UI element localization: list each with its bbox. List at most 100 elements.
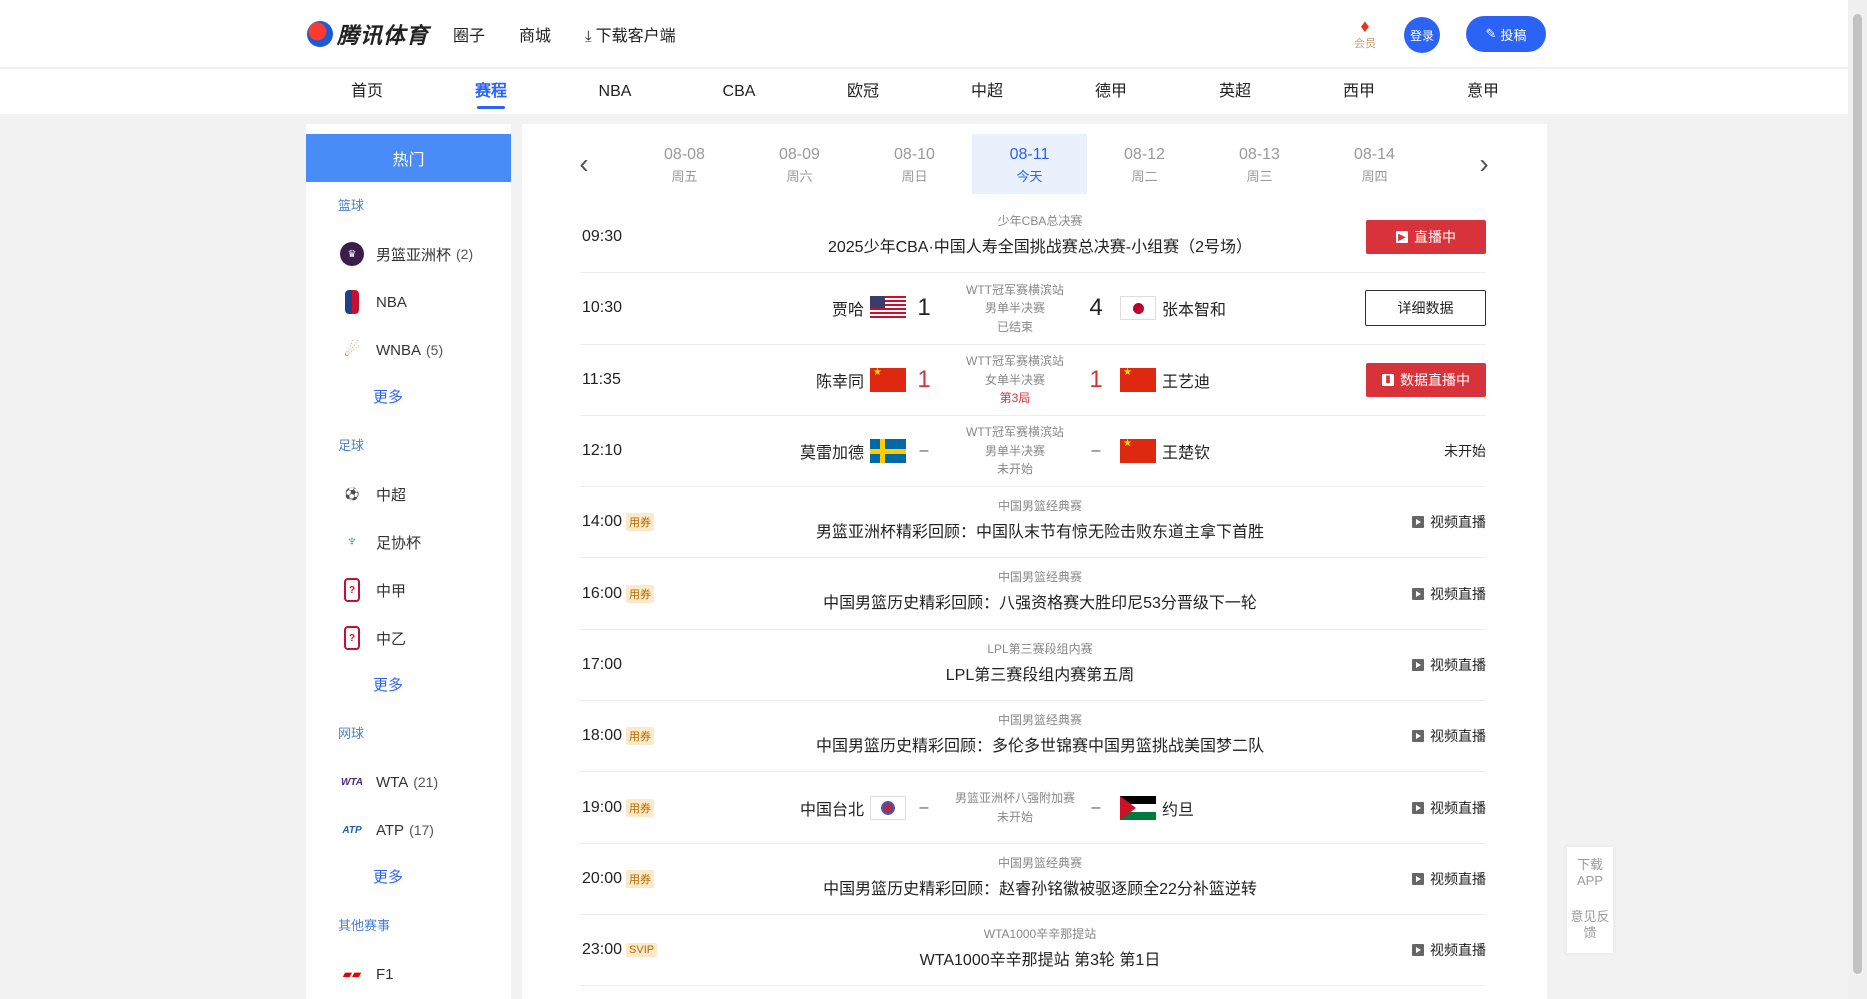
sidebar-item-wta[interactable]: WTA WTA (21) xyxy=(306,758,511,806)
team-name: 王楚钦 xyxy=(1162,445,1211,463)
home-team: 陈幸同 xyxy=(816,367,906,392)
match-time: 09:30 xyxy=(582,228,622,246)
csl-logo-icon: ⚽ xyxy=(344,487,360,501)
sidebar-item-china-league-two[interactable]: ? 中乙 xyxy=(306,614,511,662)
download-client-link[interactable]: ⤓ 下载客户端 xyxy=(585,22,676,46)
table-row[interactable]: 20:00 用券 中国男篮经典赛 中国男篮历史精彩回顾：赵睿孙铭徽被驱逐顾全22分… xyxy=(580,844,1486,915)
vip-label: 会员 xyxy=(1354,38,1376,50)
site-logo[interactable]: 腾讯体育 xyxy=(307,18,429,50)
sidebar-item-label: ATP xyxy=(376,821,405,839)
video-live-button[interactable]: 视频直播 xyxy=(1412,869,1486,889)
match-time: 18:00 用券 xyxy=(582,727,655,746)
category-football: 足球 xyxy=(338,438,365,453)
table-row[interactable]: 12:10 莫雷加德 – WTT冠军赛横滨站男单半决赛未开始 – 王楚钦 未开始 xyxy=(580,416,1486,488)
tab-bundesliga[interactable]: 德甲 xyxy=(1049,69,1173,114)
video-live-button[interactable]: 视频直播 xyxy=(1412,512,1486,532)
sidebar-item-nba[interactable]: NBA xyxy=(306,278,511,326)
time-text: 18:00 xyxy=(582,727,623,745)
chevron-left-icon[interactable]: ‹ xyxy=(572,148,596,180)
page-scrollbar[interactable] xyxy=(1848,0,1867,999)
data-live-button[interactable]: ▮ 数据直播中 xyxy=(1366,362,1486,397)
nav-mall[interactable]: 商城 xyxy=(519,22,551,46)
sidebar-item-count: (17) xyxy=(409,822,434,838)
date-weekday: 周二 xyxy=(1131,169,1158,184)
live-button[interactable]: ▶ 直播中 xyxy=(1366,220,1486,255)
date-tab[interactable]: 08-08 周五 xyxy=(627,134,742,194)
date-tab-active[interactable]: 08-11 今天 xyxy=(972,134,1087,194)
sidebar-item-china-league-one[interactable]: ? 中甲 xyxy=(306,566,511,614)
video-live-button[interactable]: 视频直播 xyxy=(1412,798,1486,818)
sidebar-item-asia-cup[interactable]: ♛ 男篮亚洲杯 (2) xyxy=(306,230,511,278)
tab-ucl[interactable]: 欧冠 xyxy=(801,69,925,114)
table-row[interactable]: 17:00 LPL第三赛段组内赛 LPL第三赛段组内赛第五周 视频直播 xyxy=(580,630,1486,702)
coupon-badge: 用券 xyxy=(626,869,655,888)
sidebar-hot[interactable]: 热门 xyxy=(306,134,511,182)
tab-laliga[interactable]: 西甲 xyxy=(1297,69,1421,114)
download-app-button[interactable]: 下载APP xyxy=(1567,857,1613,889)
date-tab[interactable]: 08-13 周三 xyxy=(1202,134,1317,194)
wta-logo-icon: WTA xyxy=(340,776,364,788)
date-tab[interactable]: 08-09 周六 xyxy=(742,134,857,194)
tab-epl[interactable]: 英超 xyxy=(1173,69,1297,114)
video-live-button[interactable]: 视频直播 xyxy=(1412,726,1486,746)
vip-button[interactable]: ♦ 会员 xyxy=(1352,17,1378,51)
download-label: 下载客户端 xyxy=(595,28,676,45)
table-row[interactable]: 09:30 少年CBA总决赛 2025少年CBA·中国人寿全国挑战赛总决赛-小组… xyxy=(580,202,1486,274)
table-row[interactable]: 23:00 SVIP WTA1000辛辛那提站 WTA1000辛辛那提站 第3轮 … xyxy=(580,915,1486,987)
table-row[interactable]: 19:00 用券 中国台北 – 男篮亚洲杯八强附加赛 未开始 – 约旦 视频直播 xyxy=(580,772,1486,844)
post-label: 投稿 xyxy=(1500,27,1527,43)
home-team: 贾哈 xyxy=(832,296,906,321)
usa-flag-icon xyxy=(870,296,906,321)
match-time: 16:00 用券 xyxy=(582,584,655,603)
tab-csl[interactable]: 中超 xyxy=(925,69,1049,114)
table-row[interactable]: 11:35 陈幸同 1 WTT冠军赛横滨站女单半决赛第3局 1 王艺迪 ▮ 数据直… xyxy=(580,345,1486,416)
event-info: 少年CBA总决赛 2025少年CBA·中国人寿全国挑战赛总决赛-小组赛（2号场） xyxy=(780,202,1300,272)
sidebar-item-csl[interactable]: ⚽ 中超 xyxy=(306,470,511,518)
tab-schedule[interactable]: 赛程 xyxy=(429,69,553,114)
date-weekday: 今天 xyxy=(1016,169,1043,184)
tab-home[interactable]: 首页 xyxy=(305,69,429,114)
tab-nba[interactable]: NBA xyxy=(553,69,677,114)
details-button[interactable]: 详细数据 xyxy=(1365,290,1486,327)
table-row[interactable]: 14:00 用券 中国男篮经典赛 男篮亚洲杯精彩回顾：中国队末节有惊无险击败东道主… xyxy=(580,487,1486,559)
home-score: 1 xyxy=(917,365,931,393)
tab-cba[interactable]: CBA xyxy=(677,69,801,114)
time-text: 19:00 xyxy=(582,798,623,816)
table-row[interactable]: 10:30 贾哈 1 WTT冠军赛横滨站 男单半决赛 已结束 4 张本智和 详细数据 xyxy=(580,273,1486,345)
sidebar-item-f1[interactable]: ▰▰ F1 xyxy=(306,950,511,998)
date-value: 08-09 xyxy=(779,146,820,163)
nav-circle[interactable]: 圈子 xyxy=(453,22,485,46)
asia-cup-logo-icon: ♛ xyxy=(340,242,364,266)
play-icon xyxy=(1412,730,1424,743)
tab-seriea[interactable]: 意甲 xyxy=(1421,69,1545,114)
league-name: 中国男篮经典赛 xyxy=(997,713,1082,728)
date-tab[interactable]: 08-12 周二 xyxy=(1087,134,1202,194)
time-text: 17:00 xyxy=(582,655,623,673)
time-text: 14:00 xyxy=(582,513,623,531)
sidebar-item-fa-cup[interactable]: ♆ 足协杯 xyxy=(306,518,511,566)
video-live-button[interactable]: 视频直播 xyxy=(1412,584,1486,604)
sidebar-item-label: 足协杯 xyxy=(376,534,422,552)
date-tab[interactable]: 08-14 周四 xyxy=(1317,134,1432,194)
league-name: 中国男篮经典赛 xyxy=(997,499,1082,514)
chevron-right-icon[interactable]: › xyxy=(1472,148,1496,180)
scrollbar-thumb[interactable] xyxy=(1853,14,1862,974)
play-icon xyxy=(1412,801,1424,814)
football-more-link[interactable]: 更多 xyxy=(306,662,511,710)
china-flag-icon xyxy=(870,367,906,392)
table-row[interactable]: 16:00 用券 中国男篮经典赛 中国男篮历史精彩回顾：八强资格赛大胜印尼53分晋… xyxy=(580,558,1486,630)
tennis-more-link[interactable]: 更多 xyxy=(306,854,511,902)
home-score: 1 xyxy=(917,294,931,322)
play-icon xyxy=(1412,944,1424,957)
sidebar-item-atp[interactable]: ATP ATP (17) xyxy=(306,806,511,854)
date-tab[interactable]: 08-10 周日 xyxy=(857,134,972,194)
live-label: 直播中 xyxy=(1414,229,1456,246)
table-row[interactable]: 18:00 用券 中国男篮经典赛 中国男篮历史精彩回顾：多伦多世锦赛中国男篮挑战美… xyxy=(580,701,1486,773)
login-button[interactable]: 登录 xyxy=(1404,17,1440,53)
video-live-button[interactable]: 视频直播 xyxy=(1412,655,1486,675)
feedback-button[interactable]: 意见反馈 xyxy=(1567,909,1613,941)
basketball-more-link[interactable]: 更多 xyxy=(306,374,511,422)
sidebar-item-wnba[interactable]: ☄ WNBA (5) xyxy=(306,326,511,374)
post-button[interactable]: ✎ 投稿 xyxy=(1466,16,1546,52)
video-live-button[interactable]: 视频直播 xyxy=(1412,940,1486,960)
